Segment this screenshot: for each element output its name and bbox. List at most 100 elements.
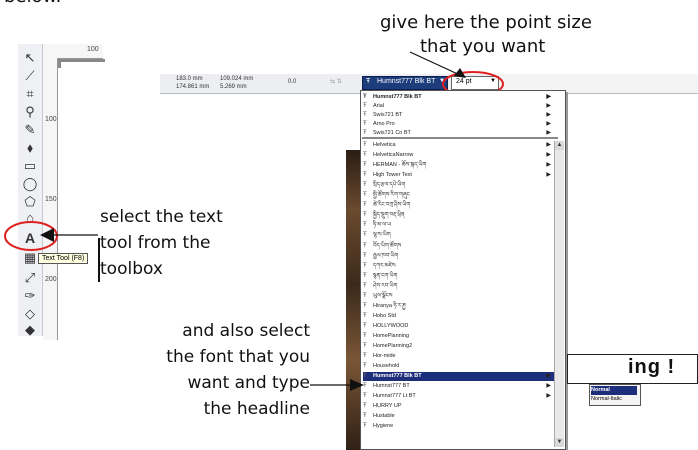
- vertical-ruler: 100 150 200: [43, 58, 58, 340]
- font-name: Hustable: [373, 413, 395, 420]
- font-name: ཚེ་རིང་བཀྲ་ཤིས་ཡིག: [373, 202, 411, 209]
- font-list-item[interactable]: Ŧ Arno Pro ▶: [363, 120, 555, 129]
- font-list-item[interactable]: Ŧ Humnst777 Lt BT ▶: [363, 392, 555, 401]
- top-cut-text: below.: [4, 0, 61, 8]
- font-type-icon: Ŧ: [363, 192, 367, 199]
- arrow-to-text-tool: [40, 228, 98, 242]
- font-list-item[interactable]: Ŧ HURRY UP: [363, 402, 555, 411]
- font-list-item[interactable]: Ŧ HomePlanning: [363, 332, 555, 341]
- font-type-icon: Ŧ: [363, 292, 367, 299]
- font-name: Arial: [373, 103, 385, 109]
- submenu-arrow-icon: ▶: [546, 172, 551, 179]
- font-list-item[interactable]: Ŧ HOLLYWOOD: [363, 322, 555, 331]
- font-type-icon: Ŧ: [363, 94, 367, 100]
- font-list-item[interactable]: Ŧ ཧི་མ་ལ་ཡ: [363, 221, 555, 230]
- font-list-item[interactable]: Ŧ སྤྱི་ཚོགས་རིག་གཞུང: [363, 191, 555, 200]
- font-preview-box: ing !: [567, 354, 698, 384]
- font-name: ལྷ་ས་ཡིག: [373, 232, 391, 239]
- font-name: རྒྱལ་ཁབ་ཡིག: [373, 252, 399, 259]
- font-list-item[interactable]: Ŧ Hygiene: [363, 422, 555, 431]
- font-type-icon: Ŧ: [363, 212, 367, 219]
- font-list-item[interactable]: Ŧ HelveticaNarrow ▶: [363, 151, 555, 160]
- font-list-item[interactable]: Ŧ Hor-mide: [363, 352, 555, 361]
- shape-tool-icon[interactable]: ⟋: [21, 68, 39, 84]
- object-width[interactable]: 109.024 mm: [220, 76, 253, 82]
- style-option[interactable]: Normal-Italic: [591, 395, 637, 404]
- font-list-item[interactable]: Ŧ ལྷ་ས་ཡིག: [363, 231, 555, 240]
- zoom-tool-icon[interactable]: ⚲: [21, 104, 39, 120]
- rotation-angle[interactable]: 0.0: [288, 79, 296, 85]
- font-list-item[interactable]: Ŧ ཤེས་རབ་ཡིག: [363, 282, 555, 291]
- font-list-item[interactable]: Ŧ Helvetica ▶: [363, 141, 555, 150]
- font-list-item[interactable]: Ŧ བོད་ཡིག་ཚོགས: [363, 242, 555, 251]
- font-name: ཧི་མ་ལ་ཡ: [373, 222, 392, 229]
- font-name: སྲིད་རྩལ་དཔེ་ཡིག: [373, 182, 406, 189]
- font-list-item[interactable]: Ŧ Hobo Std: [363, 312, 555, 321]
- font-type-icon: Ŧ: [363, 103, 367, 109]
- annotation-point-size-line1: give here the point size: [380, 12, 592, 33]
- pick-tool-icon[interactable]: ↖: [21, 50, 39, 66]
- ellipse-tool-icon[interactable]: ◯: [21, 176, 39, 192]
- outline-tool-icon[interactable]: ◇: [21, 306, 39, 322]
- crop-tool-icon[interactable]: ⌗: [21, 86, 39, 102]
- annotation-font-line2: the font that you: [166, 347, 310, 367]
- scroll-up-icon[interactable]: ▲: [555, 141, 564, 150]
- font-list-item[interactable]: Ŧ སྐྱིད་སྡུག་བརྡ་ཕྲིན: [363, 211, 555, 220]
- font-list-item[interactable]: Ŧ Hustable: [363, 412, 555, 421]
- font-name: HERMAN - ཆོས་སྐད་ཡིག: [373, 162, 427, 169]
- font-list-item[interactable]: Ŧ HomePlanning2: [363, 342, 555, 351]
- font-list-item[interactable]: Ŧ Humnst777 BT ▶: [363, 382, 555, 391]
- scroll-down-icon[interactable]: ▼: [555, 438, 564, 447]
- font-list-item[interactable]: Ŧ Humnst777 Blk BT ▶: [363, 93, 555, 102]
- font-list-item[interactable]: Ŧ སྙན་ངག་ཡིག: [363, 272, 555, 281]
- preview-text: ing !: [628, 356, 676, 378]
- rectangle-tool-icon[interactable]: ▭: [21, 158, 39, 174]
- font-name: Swis721 BT: [373, 112, 403, 118]
- font-type-icon: Ŧ: [363, 112, 367, 118]
- font-type-icon: Ŧ: [363, 353, 367, 360]
- annotation-font-line1: and also select: [182, 321, 310, 341]
- font-type-icon: Ŧ: [363, 393, 367, 400]
- smart-fill-tool-icon[interactable]: ⬧: [21, 140, 39, 156]
- font-list-item[interactable]: Ŧ དཀར་མཛེས: [363, 262, 555, 271]
- font-list-item[interactable]: Ŧ ཡུལ་ལྗོངས: [363, 292, 555, 301]
- font-list-item[interactable]: Ŧ Swis721 BT ▶: [363, 111, 555, 120]
- submenu-arrow-icon: ▶: [546, 373, 551, 380]
- font-list-item[interactable]: Ŧ Humnst777 Blk BT ▶: [363, 372, 555, 382]
- font-dropdown-list: Ŧ Humnst777 Blk BT ▶ Ŧ Arial ▶ Ŧ Swis721 BT ▶ Ŧ Ar…: [360, 90, 566, 450]
- polygon-tool-icon[interactable]: ⬠: [21, 194, 39, 210]
- dimension-tool-icon[interactable]: ⤢: [21, 270, 39, 286]
- font-type-icon: Ŧ: [363, 142, 367, 148]
- submenu-arrow-icon: ▶: [546, 393, 551, 400]
- freehand-tool-icon[interactable]: ✎: [21, 122, 39, 138]
- fill-tool-icon[interactable]: ◆: [21, 322, 39, 338]
- font-type-icon: Ŧ: [363, 162, 367, 169]
- font-name: Hobo Std: [373, 312, 396, 319]
- font-name: དཀར་མཛེས: [373, 262, 396, 269]
- font-type-icon: Ŧ: [363, 202, 367, 209]
- font-list-item[interactable]: Ŧ རྒྱལ་ཁབ་ཡིག: [363, 252, 555, 261]
- mirror-icon[interactable]: ⇆ ⇅: [330, 78, 342, 85]
- font-list-item[interactable]: Ŧ Hiranya ཧི་ར་ཎྱ: [363, 302, 555, 311]
- font-name: HomePlanning2: [373, 343, 413, 349]
- font-list-item[interactable]: Ŧ HERMAN - ཆོས་སྐད་ཡིག ▶: [363, 161, 555, 170]
- font-list-item[interactable]: Ŧ Household: [363, 362, 555, 371]
- font-style-submenu: Normal Normal-Italic: [589, 384, 641, 406]
- font-type-icon: Ŧ: [363, 172, 367, 179]
- object-height[interactable]: 5.269 mm: [220, 84, 247, 90]
- submenu-arrow-icon: ▶: [546, 112, 551, 118]
- eyedropper-tool-icon[interactable]: ✑: [21, 288, 39, 304]
- font-name: High Tower Text: [373, 172, 412, 179]
- font-list-scrollbar[interactable]: ▲ ▼: [554, 141, 564, 447]
- font-list-item[interactable]: Ŧ Arial ▶: [363, 102, 555, 111]
- style-option[interactable]: Normal: [591, 386, 637, 395]
- font-list-item[interactable]: Ŧ ཚེ་རིང་བཀྲ་ཤིས་ཡིག: [363, 201, 555, 210]
- y-position[interactable]: 174.861 mm: [176, 84, 209, 90]
- annotation-text-tool-line2: tool from the: [100, 233, 211, 253]
- x-position[interactable]: 183.0 mm: [176, 76, 203, 82]
- font-type-icon: Ŧ: [363, 423, 367, 430]
- font-name: Humnst777 Lt BT: [373, 393, 416, 400]
- font-list-item[interactable]: Ŧ High Tower Text ▶: [363, 171, 555, 180]
- font-list-item[interactable]: Ŧ སྲིད་རྩལ་དཔེ་ཡིག: [363, 181, 555, 190]
- font-name: སྤྱི་ཚོགས་རིག་གཞུང: [373, 192, 410, 199]
